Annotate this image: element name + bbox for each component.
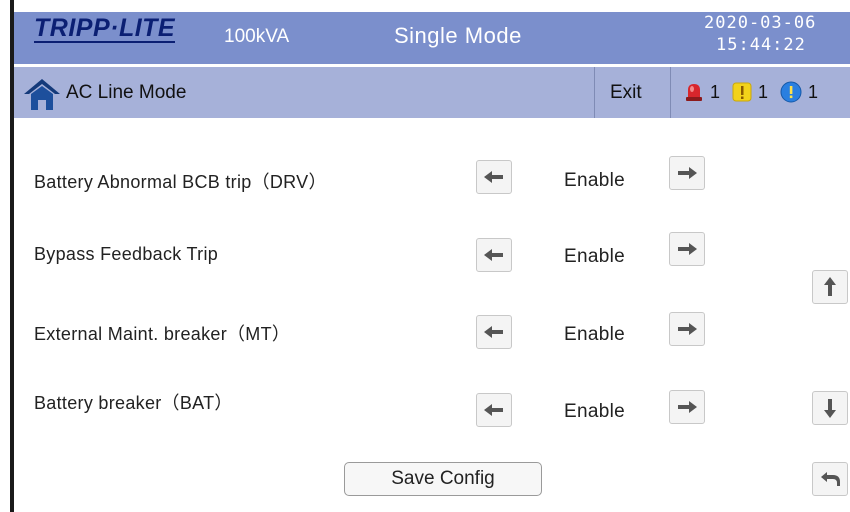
increase-button[interactable] — [669, 312, 705, 346]
decrease-button[interactable] — [476, 238, 512, 272]
back-return-icon — [821, 472, 840, 486]
warning-alarm-indicator[interactable]: 1 — [732, 81, 768, 103]
back-button[interactable] — [812, 462, 848, 496]
setting-value: Enable — [564, 246, 625, 267]
setting-label-external-maint: External Maint. breaker（MT） — [34, 324, 291, 344]
critical-alarm-indicator[interactable]: 1 — [684, 81, 720, 103]
page-title: AC Line Mode — [66, 82, 187, 103]
setting-value: Enable — [564, 401, 625, 422]
arrow-up-icon — [824, 277, 836, 296]
setting-label-battery-abnormal: Battery Abnormal BCB trip（DRV） — [34, 172, 327, 192]
warning-icon — [732, 82, 752, 102]
arrow-left-icon — [484, 326, 503, 338]
critical-alarm-count: 1 — [710, 81, 721, 102]
increase-button[interactable] — [669, 232, 705, 266]
divider — [670, 67, 671, 118]
arrow-right-icon — [678, 243, 697, 255]
decrease-button[interactable] — [476, 393, 512, 427]
setting-value: Enable — [564, 170, 625, 191]
arrow-right-icon — [678, 401, 697, 413]
divider — [594, 67, 595, 118]
status-bar: AC Line Mode Exit 1 1 1 — [14, 67, 850, 118]
top-header: TRIPP·LITE 100kVA Single Mode 2020-03-06… — [14, 12, 850, 64]
decrease-button[interactable] — [476, 160, 512, 194]
setting-label-bypass-feedback: Bypass Feedback Trip — [34, 244, 219, 264]
setting-value: Enable — [564, 324, 625, 345]
model-rating: 100kVA — [224, 26, 290, 47]
decrease-button[interactable] — [476, 315, 512, 349]
scroll-down-button[interactable] — [812, 391, 848, 425]
ups-screen: TRIPP·LITE 100kVA Single Mode 2020-03-06… — [0, 0, 850, 512]
brand-logo: TRIPP·LITE — [34, 14, 176, 43]
warning-alarm-count: 1 — [758, 81, 769, 102]
arrow-left-icon — [484, 249, 503, 261]
operating-mode: Single Mode — [394, 23, 522, 48]
date-text: 2020-03-06 — [704, 13, 817, 33]
increase-button[interactable] — [669, 390, 705, 424]
exit-button[interactable]: Exit — [610, 82, 642, 104]
info-alarm-count: 1 — [808, 81, 819, 102]
arrow-right-icon — [678, 167, 697, 179]
arrow-left-icon — [484, 171, 503, 183]
save-config-button[interactable]: Save Config — [344, 462, 542, 496]
time-text: 15:44:22 — [716, 35, 806, 55]
arrow-right-icon — [678, 323, 697, 335]
info-icon — [780, 81, 802, 103]
scroll-up-button[interactable] — [812, 270, 848, 304]
home-icon[interactable] — [22, 77, 62, 111]
setting-label-battery-breaker: Battery breaker（BAT） — [34, 393, 233, 413]
siren-icon — [686, 84, 702, 101]
increase-button[interactable] — [669, 156, 705, 190]
arrow-left-icon — [484, 404, 503, 416]
arrow-down-icon — [824, 399, 836, 418]
alarm-summary[interactable]: 1 1 1 — [684, 81, 818, 103]
info-alarm-indicator[interactable]: 1 — [780, 81, 818, 103]
datetime: 2020-03-06 15:44:22 — [704, 12, 850, 56]
